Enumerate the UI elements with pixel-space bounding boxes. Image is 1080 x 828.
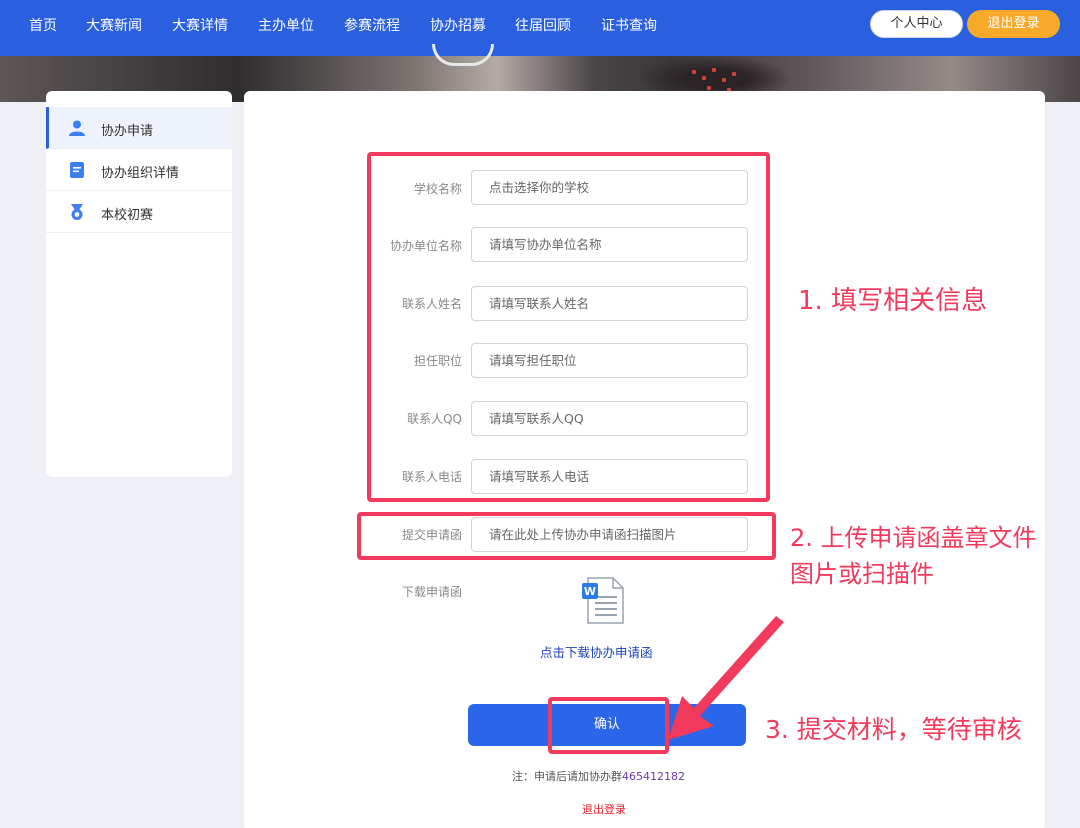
nav-organizers[interactable]: 主办单位 bbox=[258, 15, 314, 35]
nav-process[interactable]: 参赛流程 bbox=[344, 15, 400, 35]
user-center-button[interactable]: 个人中心 bbox=[870, 10, 963, 38]
nav-home[interactable]: 首页 bbox=[29, 15, 57, 35]
annotation-box-upload bbox=[357, 512, 776, 560]
user-icon bbox=[69, 120, 85, 136]
annotation-step2-line2: 图片或扫描件 bbox=[790, 560, 934, 588]
nav-certificate[interactable]: 证书查询 bbox=[601, 15, 657, 35]
annotation-step1: 1. 填写相关信息 bbox=[798, 286, 988, 316]
sidebar-item-label: 协办组织详情 bbox=[101, 166, 180, 181]
note-text: 注：申请后请加协办群465412182 bbox=[512, 768, 685, 784]
word-document-icon[interactable]: W bbox=[581, 577, 627, 625]
medal-icon bbox=[71, 204, 83, 220]
sidebar-item-apply[interactable]: 协办申请 bbox=[46, 107, 232, 149]
annotation-step2-line1: 2. 上传申请函盖章文件 bbox=[790, 524, 1037, 552]
logout-button[interactable]: 退出登录 bbox=[967, 10, 1060, 38]
annotation-box-fields bbox=[367, 152, 770, 502]
nav-review[interactable]: 往届回顾 bbox=[515, 15, 571, 35]
top-nav-bar: 首页 大赛新闻 大赛详情 主办单位 参赛流程 协办招募 往届回顾 证书查询 个人… bbox=[0, 0, 1080, 56]
annotation-arrow bbox=[668, 616, 784, 740]
nav-news[interactable]: 大赛新闻 bbox=[86, 15, 142, 35]
sidebar-item-school-prelim[interactable]: 本校初赛 bbox=[46, 191, 232, 233]
nav-details[interactable]: 大赛详情 bbox=[172, 15, 228, 35]
logout-link[interactable]: 退出登录 bbox=[582, 801, 626, 817]
annotation-step3: 3. 提交材料，等待审核 bbox=[765, 715, 1022, 744]
group-number: 465412182 bbox=[622, 770, 685, 783]
svg-text:W: W bbox=[584, 585, 596, 598]
sidebar-item-org-details[interactable]: 协办组织详情 bbox=[46, 149, 232, 191]
sidebar-item-label: 本校初赛 bbox=[101, 208, 154, 223]
note-prefix: 注：申请后请加协办群 bbox=[512, 770, 622, 783]
sidebar: 协办申请 协办组织详情 本校初赛 bbox=[46, 91, 232, 477]
nav-recruit[interactable]: 协办招募 bbox=[430, 15, 486, 35]
document-icon bbox=[70, 162, 84, 178]
sidebar-item-label: 协办申请 bbox=[101, 124, 154, 139]
download-letter-link[interactable]: 点击下载协办申请函 bbox=[540, 642, 653, 661]
download-letter-label: 下载申请函 bbox=[401, 585, 462, 599]
annotation-box-confirm bbox=[548, 697, 669, 754]
